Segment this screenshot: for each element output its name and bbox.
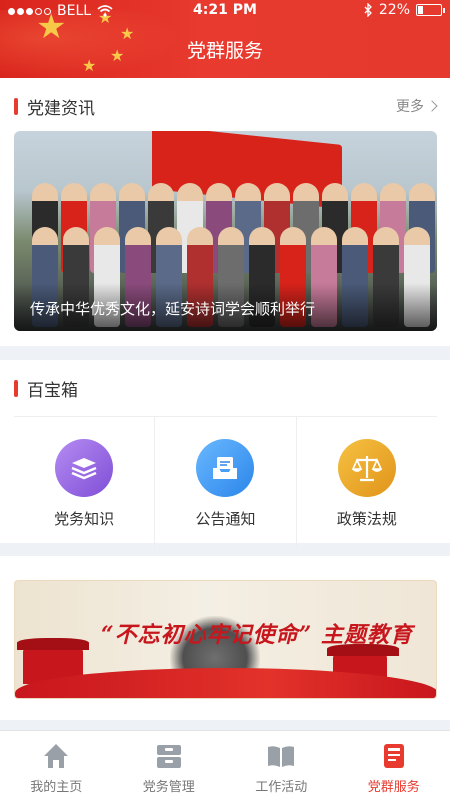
tab-label: 党务管理 — [142, 780, 195, 795]
tool-label: 政策法规 — [336, 510, 397, 528]
toolbox-grid: 党务知识 公告通知 政策法规 — [14, 416, 437, 548]
tab-party-services[interactable]: 党群服务 — [338, 731, 450, 800]
battery-icon — [416, 4, 445, 16]
header: ★ ★ ★ ★ ★ BELL 4:21 PM 22% 党群服务 — [0, 0, 450, 78]
chevron-right-icon — [426, 100, 438, 112]
books-icon — [55, 439, 114, 497]
tab-my-home[interactable]: 我的主页 — [0, 731, 113, 800]
home-icon — [44, 744, 69, 768]
mail-tray-icon — [196, 439, 255, 497]
tool-label: 党务知识 — [54, 510, 115, 528]
tool-policies[interactable]: 政策法规 — [297, 417, 437, 548]
toolbox-section: 百宝箱 党务知识 公告通知 政策法规 — [0, 360, 450, 548]
tool-announcements[interactable]: 公告通知 — [155, 417, 297, 548]
toolbox-section-title: 百宝箱 — [27, 380, 78, 401]
battery-percent: 22% — [378, 2, 410, 18]
tab-work-activities[interactable]: 工作活动 — [225, 731, 338, 800]
featured-news-card[interactable]: 传承中华优秀文化，延安诗词学会顺利举行 — [14, 131, 437, 331]
scales-icon — [337, 439, 396, 497]
more-link[interactable]: 更多 — [396, 96, 438, 116]
featured-news-caption: 传承中华优秀文化，延安诗词学会顺利举行 — [14, 283, 437, 331]
cabinet-icon — [156, 745, 181, 768]
section-accent-bar — [14, 97, 18, 115]
section-accent-bar — [14, 379, 18, 397]
promo-banner-text: “不忘初心牢记使命” 主题教育 — [101, 622, 413, 648]
promo-banner[interactable]: “不忘初心牢记使命” 主题教育 — [14, 580, 437, 699]
news-section: 党建资讯 更多 传承中华优秀文化，延安诗词学会顺利举行 — [0, 78, 450, 346]
more-label: 更多 — [396, 99, 424, 115]
open-book-icon — [268, 746, 295, 767]
bluetooth-icon — [364, 3, 372, 17]
news-section-header: 党建资讯 更多 — [0, 78, 450, 134]
bottom-tab-bar: 我的主页 党务管理 工作活动 党群服务 — [0, 730, 450, 800]
tab-label: 党群服务 — [367, 780, 420, 795]
news-section-title: 党建资讯 — [27, 98, 95, 119]
tab-label: 我的主页 — [30, 780, 83, 795]
status-bar: BELL 4:21 PM 22% — [0, 0, 450, 22]
service-card-icon — [383, 744, 404, 768]
promo-section: “不忘初心牢记使命” 主题教育 — [0, 556, 450, 720]
tab-label: 工作活动 — [255, 780, 308, 795]
tab-party-management[interactable]: 党务管理 — [113, 731, 226, 800]
tool-party-knowledge[interactable]: 党务知识 — [14, 417, 156, 548]
tool-label: 公告通知 — [195, 510, 256, 528]
toolbox-section-header: 百宝箱 — [0, 360, 450, 416]
page-title: 党群服务 — [186, 40, 263, 62]
